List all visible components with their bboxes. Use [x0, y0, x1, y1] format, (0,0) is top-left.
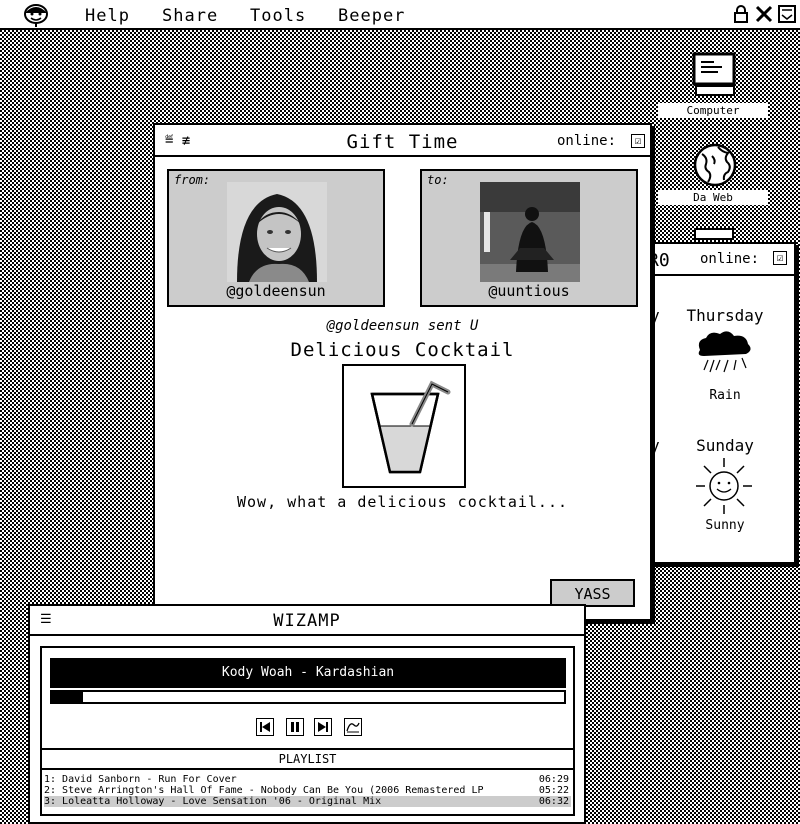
gift-online-label: online: [557, 133, 617, 149]
recipient-avatar[interactable] [480, 182, 580, 282]
gift-message: Wow, what a delicious cocktail... [236, 493, 568, 511]
rain-cloud-icon [698, 331, 751, 373]
from-card: from: @goldeensun [167, 169, 385, 307]
from-handle[interactable]: @goldeensun [169, 282, 383, 300]
playlist-track-title: 1: David Sanborn - Run For Cover [44, 774, 237, 785]
sender-avatar[interactable] [227, 182, 327, 282]
globe-icon[interactable] [692, 142, 738, 188]
now-playing: Kody Woah - Kardashian [50, 658, 566, 688]
lock-icon[interactable] [732, 5, 750, 23]
progress-fill [52, 692, 83, 702]
previous-icon [260, 722, 270, 732]
weather-day-thursday: Thursday [686, 306, 764, 325]
gift-item-frame [342, 364, 466, 488]
cocktail-icon [370, 380, 451, 474]
desktop-label-da-web[interactable]: Da Web [658, 190, 768, 205]
mail-icon[interactable] [778, 5, 796, 23]
playlist-track-title: 3: Loleatta Holloway - Love Sensation '0… [44, 796, 382, 807]
weather-titlebar: R0 online: ☑ [648, 244, 794, 276]
to-label: to: [427, 173, 449, 187]
gift-titlebar: ≝ ≢ Gift Time online: ☑ [155, 125, 650, 157]
progress-bar[interactable] [50, 690, 566, 704]
menu-tools[interactable]: Tools [250, 6, 306, 26]
desktop-label-computer[interactable]: Computer [658, 103, 768, 118]
monkey-logo-icon[interactable] [22, 3, 50, 27]
visualizer-button[interactable] [344, 718, 362, 736]
playlist-track-title: 2: Steve Arrington's Hall Of Fame - Nobo… [44, 785, 484, 796]
document-icon[interactable] [694, 228, 734, 240]
menu-help[interactable]: Help [85, 6, 130, 26]
gift-online-checkbox[interactable]: ☑ [631, 134, 645, 148]
menu-beeper[interactable]: Beeper [338, 6, 405, 26]
playlist-track-duration: 05:22 [538, 785, 569, 796]
menu-share[interactable]: Share [162, 6, 218, 26]
pause-button[interactable] [286, 718, 304, 736]
weather-window: R0 online: ☑ y y Thursday Rain Sunday Su… [646, 242, 796, 564]
playlist-row[interactable]: 1: David Sanborn - Run For Cover 06:29 [44, 774, 571, 785]
computer-icon[interactable] [692, 52, 738, 98]
playlist-header: PLAYLIST [42, 748, 573, 770]
to-handle[interactable]: @uuntious [422, 282, 636, 300]
weather-online-label: online: [700, 251, 760, 267]
to-card: to: @uuntious [420, 169, 638, 307]
playlist-row-selected[interactable]: 3: Loleatta Holloway - Love Sensation '0… [44, 796, 571, 807]
playlist-row[interactable]: 2: Steve Arrington's Hall Of Fame - Nobo… [44, 785, 571, 796]
sent-text: @goldeensun sent U [326, 318, 479, 334]
wave-icon [346, 722, 360, 733]
weather-condition-rain: Rain [709, 388, 741, 403]
sun-icon [696, 458, 752, 514]
wizamp-title: WIZAMP [273, 611, 341, 631]
playlist-track-duration: 06:29 [538, 774, 569, 785]
playlist-track-duration: 06:32 [538, 796, 569, 807]
from-label: from: [174, 173, 211, 187]
gift-window: ≝ ≢ Gift Time online: ☑ from: @goldeensu… [153, 123, 652, 621]
pause-icon [291, 722, 299, 732]
weather-condition-sunny: Sunny [705, 518, 745, 533]
weather-online-checkbox[interactable]: ☑ [773, 251, 787, 265]
wizamp-player: Kody Woah - Kardashian PLAYLIST 1: David… [40, 646, 575, 816]
next-icon [318, 722, 328, 732]
next-button[interactable] [314, 718, 332, 736]
wizamp-titlebar: ☰ WIZAMP [30, 606, 584, 636]
yass-button[interactable]: YASS [550, 579, 635, 607]
wizamp-window: ☰ WIZAMP Kody Woah - Kardashian PLAYLIST… [28, 604, 586, 824]
close-icon[interactable] [755, 5, 773, 23]
weather-day-sunday: Sunday [696, 436, 754, 455]
menu-bar: Help Share Tools Beeper [0, 0, 800, 30]
previous-button[interactable] [256, 718, 274, 736]
gift-item-name: Delicious Cocktail [290, 339, 515, 361]
